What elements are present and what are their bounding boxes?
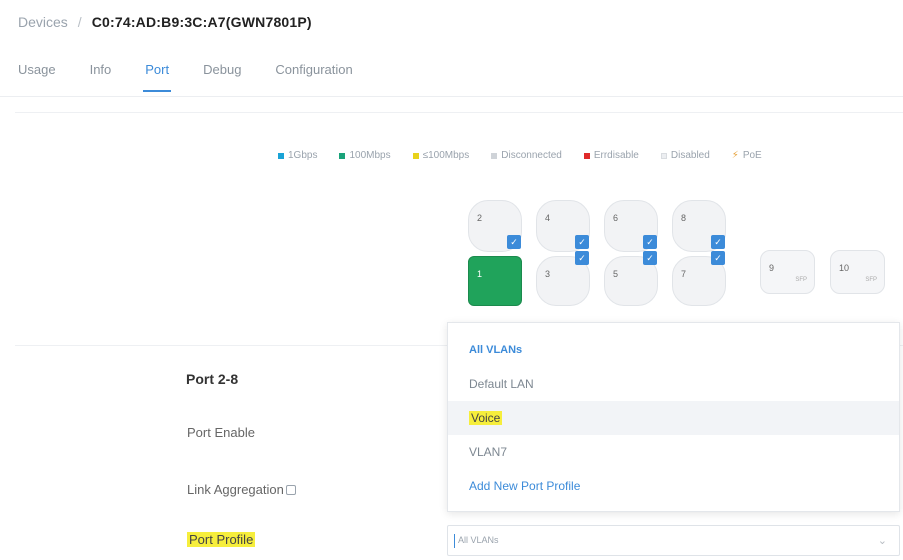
add-new-port-profile-link[interactable]: Add New Port Profile [448, 469, 899, 503]
port-4[interactable]: 4 ✓ [536, 200, 590, 252]
port-number: 2 [477, 213, 483, 223]
breadcrumb: Devices / C0:74:AD:B9:3C:A7(GWN7801P) [18, 14, 312, 30]
voice-option-text: Voice [469, 411, 503, 425]
port-9-sfp[interactable]: 9 SFP [760, 250, 815, 294]
port-enable-label: Port Enable [187, 425, 255, 440]
tab-port[interactable]: Port [143, 62, 171, 92]
legend-dot [583, 152, 590, 159]
port-number: 4 [545, 213, 551, 223]
check-icon: ✓ [575, 251, 589, 265]
port-number: 8 [681, 213, 687, 223]
legend-dot [660, 152, 667, 159]
port-profile-select[interactable]: All VLANs ⌄ [447, 525, 900, 556]
tab-info[interactable]: Info [90, 62, 112, 92]
tab-debug[interactable]: Debug [203, 62, 241, 92]
port-2[interactable]: 2 ✓ [468, 200, 522, 252]
dropdown-option-vlan7[interactable]: VLAN7 [448, 435, 899, 469]
check-icon: ✓ [643, 235, 657, 249]
check-icon: ✓ [711, 235, 725, 249]
legend-label: Errdisable [593, 150, 639, 161]
select-value: All VLANs [458, 535, 499, 545]
port-3[interactable]: 3 ✓ [536, 251, 590, 306]
legend-dot [412, 152, 419, 159]
tabs-divider [0, 96, 903, 97]
port-legend: 1Gbps 100Mbps ≤100Mbps Disconnected Errd… [278, 150, 762, 161]
legend-item-errdisable: Errdisable [583, 150, 639, 161]
legend-item-disabled: Disabled [660, 150, 710, 161]
dropdown-option-all-vlans[interactable]: All VLANs [448, 333, 899, 367]
dropdown-option-default-lan[interactable]: Default LAN [448, 367, 899, 401]
port-panel [15, 112, 903, 346]
legend-label: Disconnected [501, 150, 562, 161]
breadcrumb-devices-link[interactable]: Devices [18, 14, 68, 30]
tab-usage[interactable]: Usage [18, 62, 56, 92]
section-title: Port 2-8 [186, 371, 239, 387]
port-number: 10 [839, 263, 850, 273]
port-5[interactable]: 5 ✓ [604, 251, 658, 306]
port-number: 3 [545, 269, 551, 279]
legend-label: ≤100Mbps [422, 150, 470, 161]
sfp-label: SFP [795, 277, 807, 283]
port-1[interactable]: 1 [468, 256, 522, 306]
legend-item-disconnected: Disconnected [491, 150, 562, 161]
port-number: 9 [769, 263, 775, 273]
port-number: 7 [681, 269, 687, 279]
help-icon[interactable] [285, 485, 296, 495]
port-10-sfp[interactable]: 10 SFP [830, 250, 885, 294]
tab-bar: Usage Info Port Debug Configuration [18, 62, 353, 92]
dropdown-option-voice[interactable]: Voice [448, 401, 899, 435]
legend-dot [278, 152, 284, 159]
check-icon: ✓ [643, 251, 657, 265]
port-number: 6 [613, 213, 619, 223]
port-7[interactable]: 7 ✓ [672, 251, 726, 306]
legend-item-under-100mbps: ≤100Mbps [412, 150, 470, 161]
port-profile-label: Port Profile [187, 532, 256, 547]
check-icon: ✓ [711, 251, 725, 265]
legend-label: 1Gbps [288, 150, 318, 161]
poe-icon: ⚡ [731, 150, 739, 161]
chevron-down-icon: ⌄ [877, 535, 887, 547]
link-aggregation-label: Link Aggregation [187, 482, 296, 497]
legend-label: Disabled [670, 150, 710, 161]
legend-dot [491, 152, 498, 159]
breadcrumb-separator: / [77, 14, 82, 30]
legend-dot [339, 152, 346, 159]
legend-label: PoE [742, 150, 762, 161]
sfp-label: SFP [865, 277, 877, 283]
port-number: 5 [613, 269, 619, 279]
text-cursor [454, 534, 455, 548]
port-8[interactable]: 8 ✓ [672, 200, 726, 252]
port-profile-dropdown: All VLANs Default LAN Voice VLAN7 Add Ne… [447, 322, 900, 512]
legend-label: 100Mbps [349, 150, 391, 161]
check-icon: ✓ [507, 235, 521, 249]
legend-item-poe: ⚡ PoE [732, 150, 762, 161]
legend-item-100mbps: 100Mbps [339, 150, 391, 161]
port-number: 1 [477, 269, 483, 279]
port-profile-text: Port Profile [187, 532, 256, 547]
check-icon: ✓ [575, 235, 589, 249]
legend-item-1gbps: 1Gbps [278, 150, 317, 161]
tab-configuration[interactable]: Configuration [275, 62, 352, 92]
link-aggregation-text: Link Aggregation [187, 482, 284, 497]
port-6[interactable]: 6 ✓ [604, 200, 658, 252]
page-title: C0:74:AD:B9:3C:A7(GWN7801P) [91, 14, 312, 30]
